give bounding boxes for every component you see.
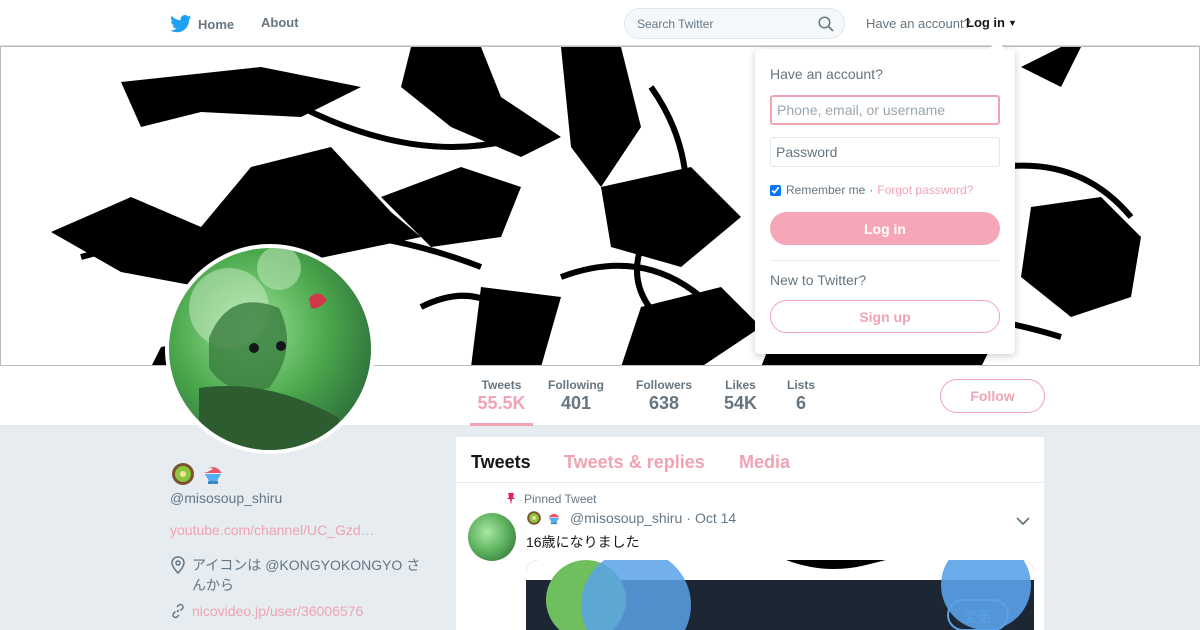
new-to-twitter-label: New to Twitter? bbox=[770, 272, 867, 288]
tab-tweets-replies[interactable]: Tweets & replies bbox=[564, 452, 705, 473]
tweet-text: 16歳になりました bbox=[526, 534, 640, 550]
stat-value: 6 bbox=[796, 393, 807, 413]
login-menu-button[interactable]: Log in ▼ bbox=[966, 15, 1017, 30]
profile-emojis bbox=[170, 461, 226, 487]
stat-lists[interactable]: Lists 6 bbox=[787, 378, 815, 414]
location-pin-icon bbox=[171, 556, 185, 574]
profile-avatar[interactable] bbox=[165, 244, 375, 454]
search-icon[interactable] bbox=[818, 16, 834, 32]
forgot-password-link[interactable]: Forgot password? bbox=[877, 183, 973, 197]
tab-media[interactable]: Media bbox=[739, 452, 790, 473]
twitter-bird-icon bbox=[170, 15, 192, 33]
link-icon bbox=[172, 603, 184, 619]
stat-label: Lists bbox=[787, 378, 816, 392]
profile-handle: @misosoup_shiru bbox=[170, 490, 283, 506]
separator-dot: · bbox=[869, 183, 874, 197]
media-button-text: 変更 bbox=[964, 609, 992, 626]
profile-url-link[interactable]: nicovideo.jp/user/36006576 bbox=[170, 603, 363, 619]
kiwi-emoji-icon bbox=[172, 463, 194, 485]
stat-value: 54K bbox=[724, 393, 758, 413]
remember-me-label: Remember me bbox=[786, 183, 866, 197]
login-menu-label: Log in bbox=[966, 15, 1005, 30]
pinned-text: Pinned Tweet bbox=[524, 492, 597, 506]
nav-home-label: Home bbox=[198, 16, 235, 32]
profile-location: アイコンは @KONGYOKONGYO さんから bbox=[170, 555, 430, 595]
signup-button[interactable]: Sign up bbox=[770, 300, 1000, 333]
stat-label: Following bbox=[548, 378, 604, 392]
timeline: Tweets Tweets & replies Media Pinned Twe… bbox=[456, 437, 1044, 630]
login-dropdown: Have an account? Remember me · Forgot pa… bbox=[755, 41, 1015, 354]
kiwi-emoji-icon bbox=[527, 511, 541, 525]
stat-tweets[interactable]: Tweets 55.5K bbox=[470, 378, 533, 426]
login-button[interactable]: Log in bbox=[770, 212, 1000, 245]
profile-url-text: nicovideo.jp/user/36006576 bbox=[192, 603, 364, 619]
tweet-media-image: 変更 bbox=[526, 560, 1034, 630]
stat-label: Likes bbox=[725, 378, 756, 392]
caret-down-icon: ▼ bbox=[1008, 17, 1017, 28]
remember-row: Remember me · Forgot password? bbox=[770, 183, 973, 197]
follow-button[interactable]: Follow bbox=[940, 379, 1045, 413]
tweet-date[interactable]: Oct 14 bbox=[695, 510, 736, 526]
username-field[interactable] bbox=[770, 95, 1000, 125]
remember-me-checkbox[interactable] bbox=[770, 184, 781, 196]
pin-icon bbox=[507, 493, 515, 505]
nav-home-link[interactable]: Home bbox=[170, 15, 234, 33]
search-input[interactable] bbox=[637, 17, 807, 31]
tweet-avatar[interactable] bbox=[468, 513, 516, 561]
avatar-artwork bbox=[189, 248, 339, 450]
location-text: アイコンは @KONGYOKONGYO さんから bbox=[192, 557, 421, 593]
tweet-username[interactable]: @misosoup_shiru bbox=[570, 510, 682, 526]
shaved-ice-emoji-icon bbox=[204, 467, 222, 484]
stat-followers[interactable]: Followers 638 bbox=[636, 378, 692, 414]
stat-label: Tweets bbox=[481, 378, 522, 392]
stat-label: Followers bbox=[636, 378, 693, 392]
pinned-tweet-label: Pinned Tweet bbox=[506, 492, 597, 506]
top-nav: Home About Have an account? Log in ▼ bbox=[0, 0, 1200, 46]
tweet-header: @misosoup_shiru · Oct 14 bbox=[526, 510, 736, 526]
nav-about-link[interactable]: About bbox=[261, 15, 299, 30]
stat-value: 401 bbox=[560, 393, 592, 413]
have-account-label: Have an account? bbox=[866, 16, 971, 31]
tab-tweets[interactable]: Tweets bbox=[471, 452, 531, 473]
tweet-dot: · bbox=[686, 510, 691, 526]
stat-value: 55.5K bbox=[477, 393, 526, 413]
tweet-media[interactable]: 変更 bbox=[526, 560, 1034, 630]
avatar-image bbox=[169, 248, 371, 450]
tweet-menu-chevron-icon[interactable] bbox=[1016, 513, 1030, 531]
dropdown-divider bbox=[770, 260, 1000, 261]
nav-about-label: About bbox=[261, 15, 299, 30]
password-field[interactable] bbox=[770, 137, 1000, 167]
search-box[interactable] bbox=[624, 8, 845, 39]
login-dropdown-title: Have an account? bbox=[770, 66, 883, 82]
stat-following[interactable]: Following 401 bbox=[548, 378, 604, 414]
shaved-ice-emoji-icon bbox=[548, 513, 560, 525]
stat-likes[interactable]: Likes 54K bbox=[724, 378, 757, 414]
stat-value: 638 bbox=[648, 393, 680, 413]
timeline-tabs: Tweets Tweets & replies Media bbox=[456, 437, 1044, 483]
youtube-link[interactable]: youtube.com/channel/UC_Gzd… bbox=[170, 522, 375, 538]
